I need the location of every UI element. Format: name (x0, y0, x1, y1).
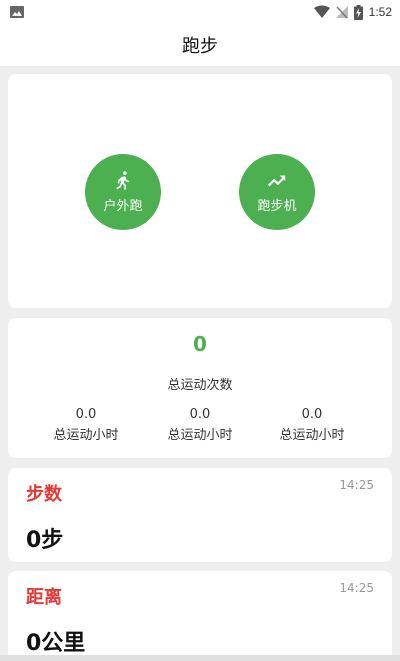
wifi-icon (313, 5, 330, 18)
stat-label: 总运动小时 (279, 428, 345, 443)
distance-title: 距离 (26, 587, 62, 608)
stat-value: 0.0 (75, 407, 97, 422)
stat-value: 0.0 (301, 407, 323, 422)
status-time: 1:52 (368, 5, 392, 19)
stat-column: 0.0 总运动小时 (31, 407, 141, 443)
stats-card: 0 总运动次数 0.0 总运动小时 0.0 总运动小时 0.0 总运动小时 (8, 318, 392, 458)
app-bar: 跑步 (0, 24, 400, 66)
steps-time: 14:25 (339, 478, 374, 492)
stat-column: 0.0 总运动小时 (145, 407, 255, 443)
treadmill-button[interactable]: 跑步机 (239, 154, 315, 230)
total-count-value: 0 (193, 332, 207, 356)
treadmill-label: 跑步机 (257, 199, 297, 214)
status-icons: 1:52 (313, 3, 392, 21)
battery-charging-icon (353, 4, 363, 20)
distance-card[interactable]: 距离 14:25 0公里 (8, 571, 392, 661)
image-icon (10, 6, 24, 18)
stat-label: 总运动小时 (53, 428, 119, 443)
outdoor-run-label: 户外跑 (103, 199, 143, 214)
stat-column: 0.0 总运动小时 (257, 407, 367, 443)
stat-value: 0.0 (189, 407, 211, 422)
page-title: 跑步 (182, 36, 218, 57)
trending-up-icon (267, 175, 286, 187)
no-signal-icon (335, 6, 348, 19)
outdoor-run-button[interactable]: 户外跑 (85, 154, 161, 230)
steps-value: 0步 (26, 528, 64, 553)
total-count-label: 总运动次数 (167, 378, 233, 393)
stat-label: 总运动小时 (167, 428, 233, 443)
distance-value: 0公里 (26, 631, 86, 656)
run-mode-card: 户外跑 跑步机 (8, 74, 392, 308)
steps-card[interactable]: 步数 14:25 0步 (8, 468, 392, 562)
distance-time: 14:25 (339, 581, 374, 595)
bottom-edge (0, 655, 400, 661)
running-person-icon (116, 171, 130, 190)
status-bar: 1:52 (0, 0, 400, 24)
steps-title: 步数 (26, 484, 62, 505)
